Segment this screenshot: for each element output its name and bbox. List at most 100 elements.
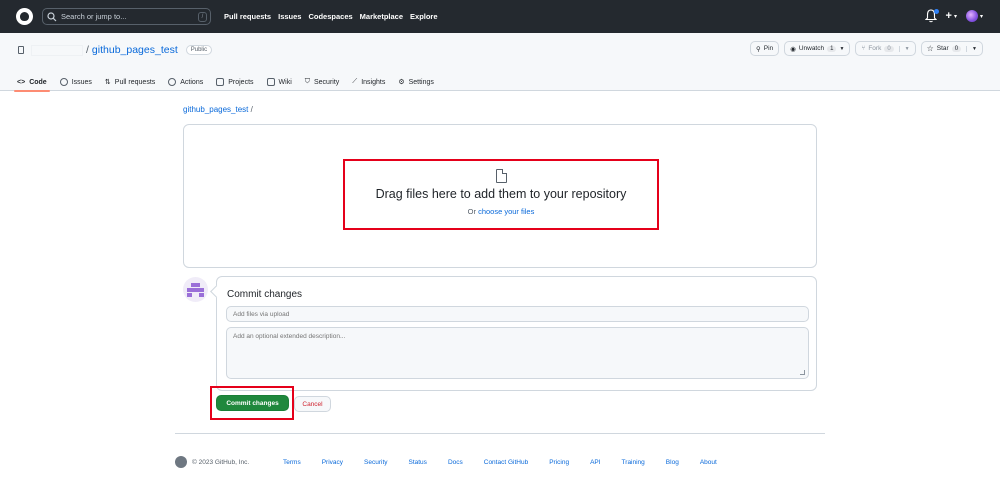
breadcrumb-repo-link[interactable]: github_pages_test <box>183 105 248 114</box>
watch-count: 1 <box>827 45 837 52</box>
issue-icon <box>59 78 68 86</box>
footer-link-training[interactable]: Training <box>622 459 645 466</box>
cancel-button[interactable]: Cancel <box>294 396 331 412</box>
tab-security[interactable]: ⛉ Security <box>305 73 340 91</box>
play-icon <box>168 78 177 86</box>
fork-button[interactable]: ⑂ Fork 0 ▼ <box>855 41 916 56</box>
star-button[interactable]: ☆ Star 0 ▼ <box>920 41 983 56</box>
unwatch-button[interactable]: ◉ Unwatch 1 ▼ <box>784 41 851 56</box>
github-logo-icon[interactable] <box>175 456 187 468</box>
code-icon: <> <box>17 78 26 86</box>
footer-link-contact[interactable]: Contact GitHub <box>484 459 528 466</box>
header-actions: + ▾ ▾ <box>924 9 983 23</box>
table-icon <box>216 78 225 86</box>
nav-issues[interactable]: Issues <box>278 12 301 21</box>
repo-name-link[interactable]: github_pages_test <box>92 44 178 56</box>
tab-label: Pull requests <box>114 78 156 86</box>
tab-insights[interactable]: ⟋ Insights <box>352 73 385 91</box>
breadcrumb-separator: / <box>250 105 253 114</box>
pin-button[interactable]: ⚲ Pin <box>749 41 780 56</box>
breadcrumb: github_pages_test / <box>183 105 253 114</box>
drop-zone-title: Drag files here to add them to your repo… <box>375 187 627 201</box>
user-avatar <box>965 10 978 22</box>
nav-codespaces[interactable]: Codespaces <box>308 12 352 21</box>
search-shortcut-badge: / <box>198 12 207 22</box>
commit-form: Commit changes <box>216 276 817 391</box>
footer-link-api[interactable]: API <box>590 459 600 466</box>
global-header: Search or jump to... / Pull requests Iss… <box>0 0 1000 33</box>
tab-code[interactable]: <> Code <box>14 73 50 92</box>
choose-files-link[interactable]: choose your files <box>478 207 534 216</box>
nav-explore[interactable]: Explore <box>410 12 438 21</box>
fork-count: 0 <box>884 45 894 52</box>
graph-icon: ⟋ <box>352 78 358 85</box>
pull-request-icon: ⇅ <box>104 79 111 86</box>
chevron-down-icon[interactable]: ▼ <box>966 45 977 52</box>
tab-label: Actions <box>180 78 204 86</box>
tab-label: Projects <box>228 78 254 86</box>
footer-link-privacy[interactable]: Privacy <box>322 459 343 466</box>
file-drop-zone[interactable]: Drag files here to add them to your repo… <box>183 124 817 268</box>
drop-target-highlight[interactable]: Drag files here to add them to your repo… <box>343 159 659 230</box>
tab-label: Security <box>314 78 340 86</box>
file-icon <box>495 169 507 183</box>
footer-link-blog[interactable]: Blog <box>666 459 679 466</box>
chevron-down-icon: ▼ <box>839 45 845 52</box>
tab-issues[interactable]: Issues <box>59 73 92 91</box>
repo-actions: ⚲ Pin ◉ Unwatch 1 ▼ ⑂ Fork 0 ▼ ☆ Star 0 … <box>749 41 983 56</box>
footer-link-pricing[interactable]: Pricing <box>549 459 569 466</box>
notification-dot <box>933 9 939 14</box>
resize-handle-icon[interactable] <box>800 370 805 375</box>
footer-link-security[interactable]: Security <box>364 459 387 466</box>
footer-link-about[interactable]: About <box>700 459 717 466</box>
star-count: 0 <box>951 45 962 52</box>
commit-button-highlight: Commit changes <box>210 386 294 420</box>
chevron-down-icon: ▾ <box>953 13 957 20</box>
user-menu-button[interactable]: ▾ <box>965 10 983 22</box>
footer-link-docs[interactable]: Docs <box>448 459 463 466</box>
pin-icon: ⚲ <box>755 45 761 53</box>
eye-icon: ◉ <box>790 45 796 53</box>
github-logo-icon[interactable] <box>16 8 33 25</box>
create-new-button[interactable]: + ▾ <box>946 10 957 22</box>
search-icon <box>47 11 57 21</box>
tab-settings[interactable]: ⚙ Settings <box>398 73 434 91</box>
global-nav: Pull requests Issues Codespaces Marketpl… <box>224 12 438 21</box>
visibility-badge: Public <box>185 45 213 55</box>
tab-wiki[interactable]: Wiki <box>266 73 292 91</box>
footer-link-terms[interactable]: Terms <box>283 459 301 466</box>
search-placeholder: Search or jump to... <box>61 12 127 21</box>
repo-owner-redacted[interactable] <box>31 44 83 56</box>
notifications-bell-icon[interactable] <box>924 9 939 23</box>
commit-description-textarea[interactable] <box>226 327 809 379</box>
commit-form-title: Commit changes <box>227 289 303 300</box>
repo-header: / github_pages_test Public ⚲ Pin ◉ Unwat… <box>0 33 1000 92</box>
repo-tabs: <> Code Issues ⇅ Pull requests Actions P… <box>14 73 434 92</box>
repo-icon <box>18 46 24 54</box>
drop-zone-subtitle: Or choose your files <box>345 207 657 216</box>
repo-title: / github_pages_test Public <box>18 44 213 56</box>
tab-actions[interactable]: Actions <box>168 73 203 91</box>
tab-label: Code <box>29 78 47 86</box>
star-icon: ☆ <box>926 43 934 53</box>
search-input[interactable]: Search or jump to... / <box>42 8 211 25</box>
fork-label: Fork <box>868 45 882 52</box>
tab-label: Issues <box>71 78 92 86</box>
nav-marketplace[interactable]: Marketplace <box>360 12 403 21</box>
tab-pull-requests[interactable]: ⇅ Pull requests <box>105 73 155 91</box>
fork-icon: ⑂ <box>861 45 866 52</box>
tab-label: Insights <box>361 78 386 86</box>
commit-summary-input[interactable] <box>226 306 809 322</box>
commit-changes-button[interactable]: Commit changes <box>216 395 289 411</box>
plus-icon: + <box>945 10 952 22</box>
tab-projects[interactable]: Projects <box>216 73 254 91</box>
nav-pull-requests[interactable]: Pull requests <box>224 12 271 21</box>
site-footer: © 2023 GitHub, Inc. Terms Privacy Securi… <box>175 433 825 468</box>
tab-label: Wiki <box>278 78 292 86</box>
shield-icon: ⛉ <box>304 78 310 85</box>
drop-zone-or: Or <box>467 207 479 216</box>
chevron-down-icon[interactable]: ▼ <box>898 45 910 52</box>
book-icon <box>266 78 275 86</box>
unwatch-label: Unwatch <box>798 45 825 52</box>
footer-link-status[interactable]: Status <box>409 459 427 466</box>
